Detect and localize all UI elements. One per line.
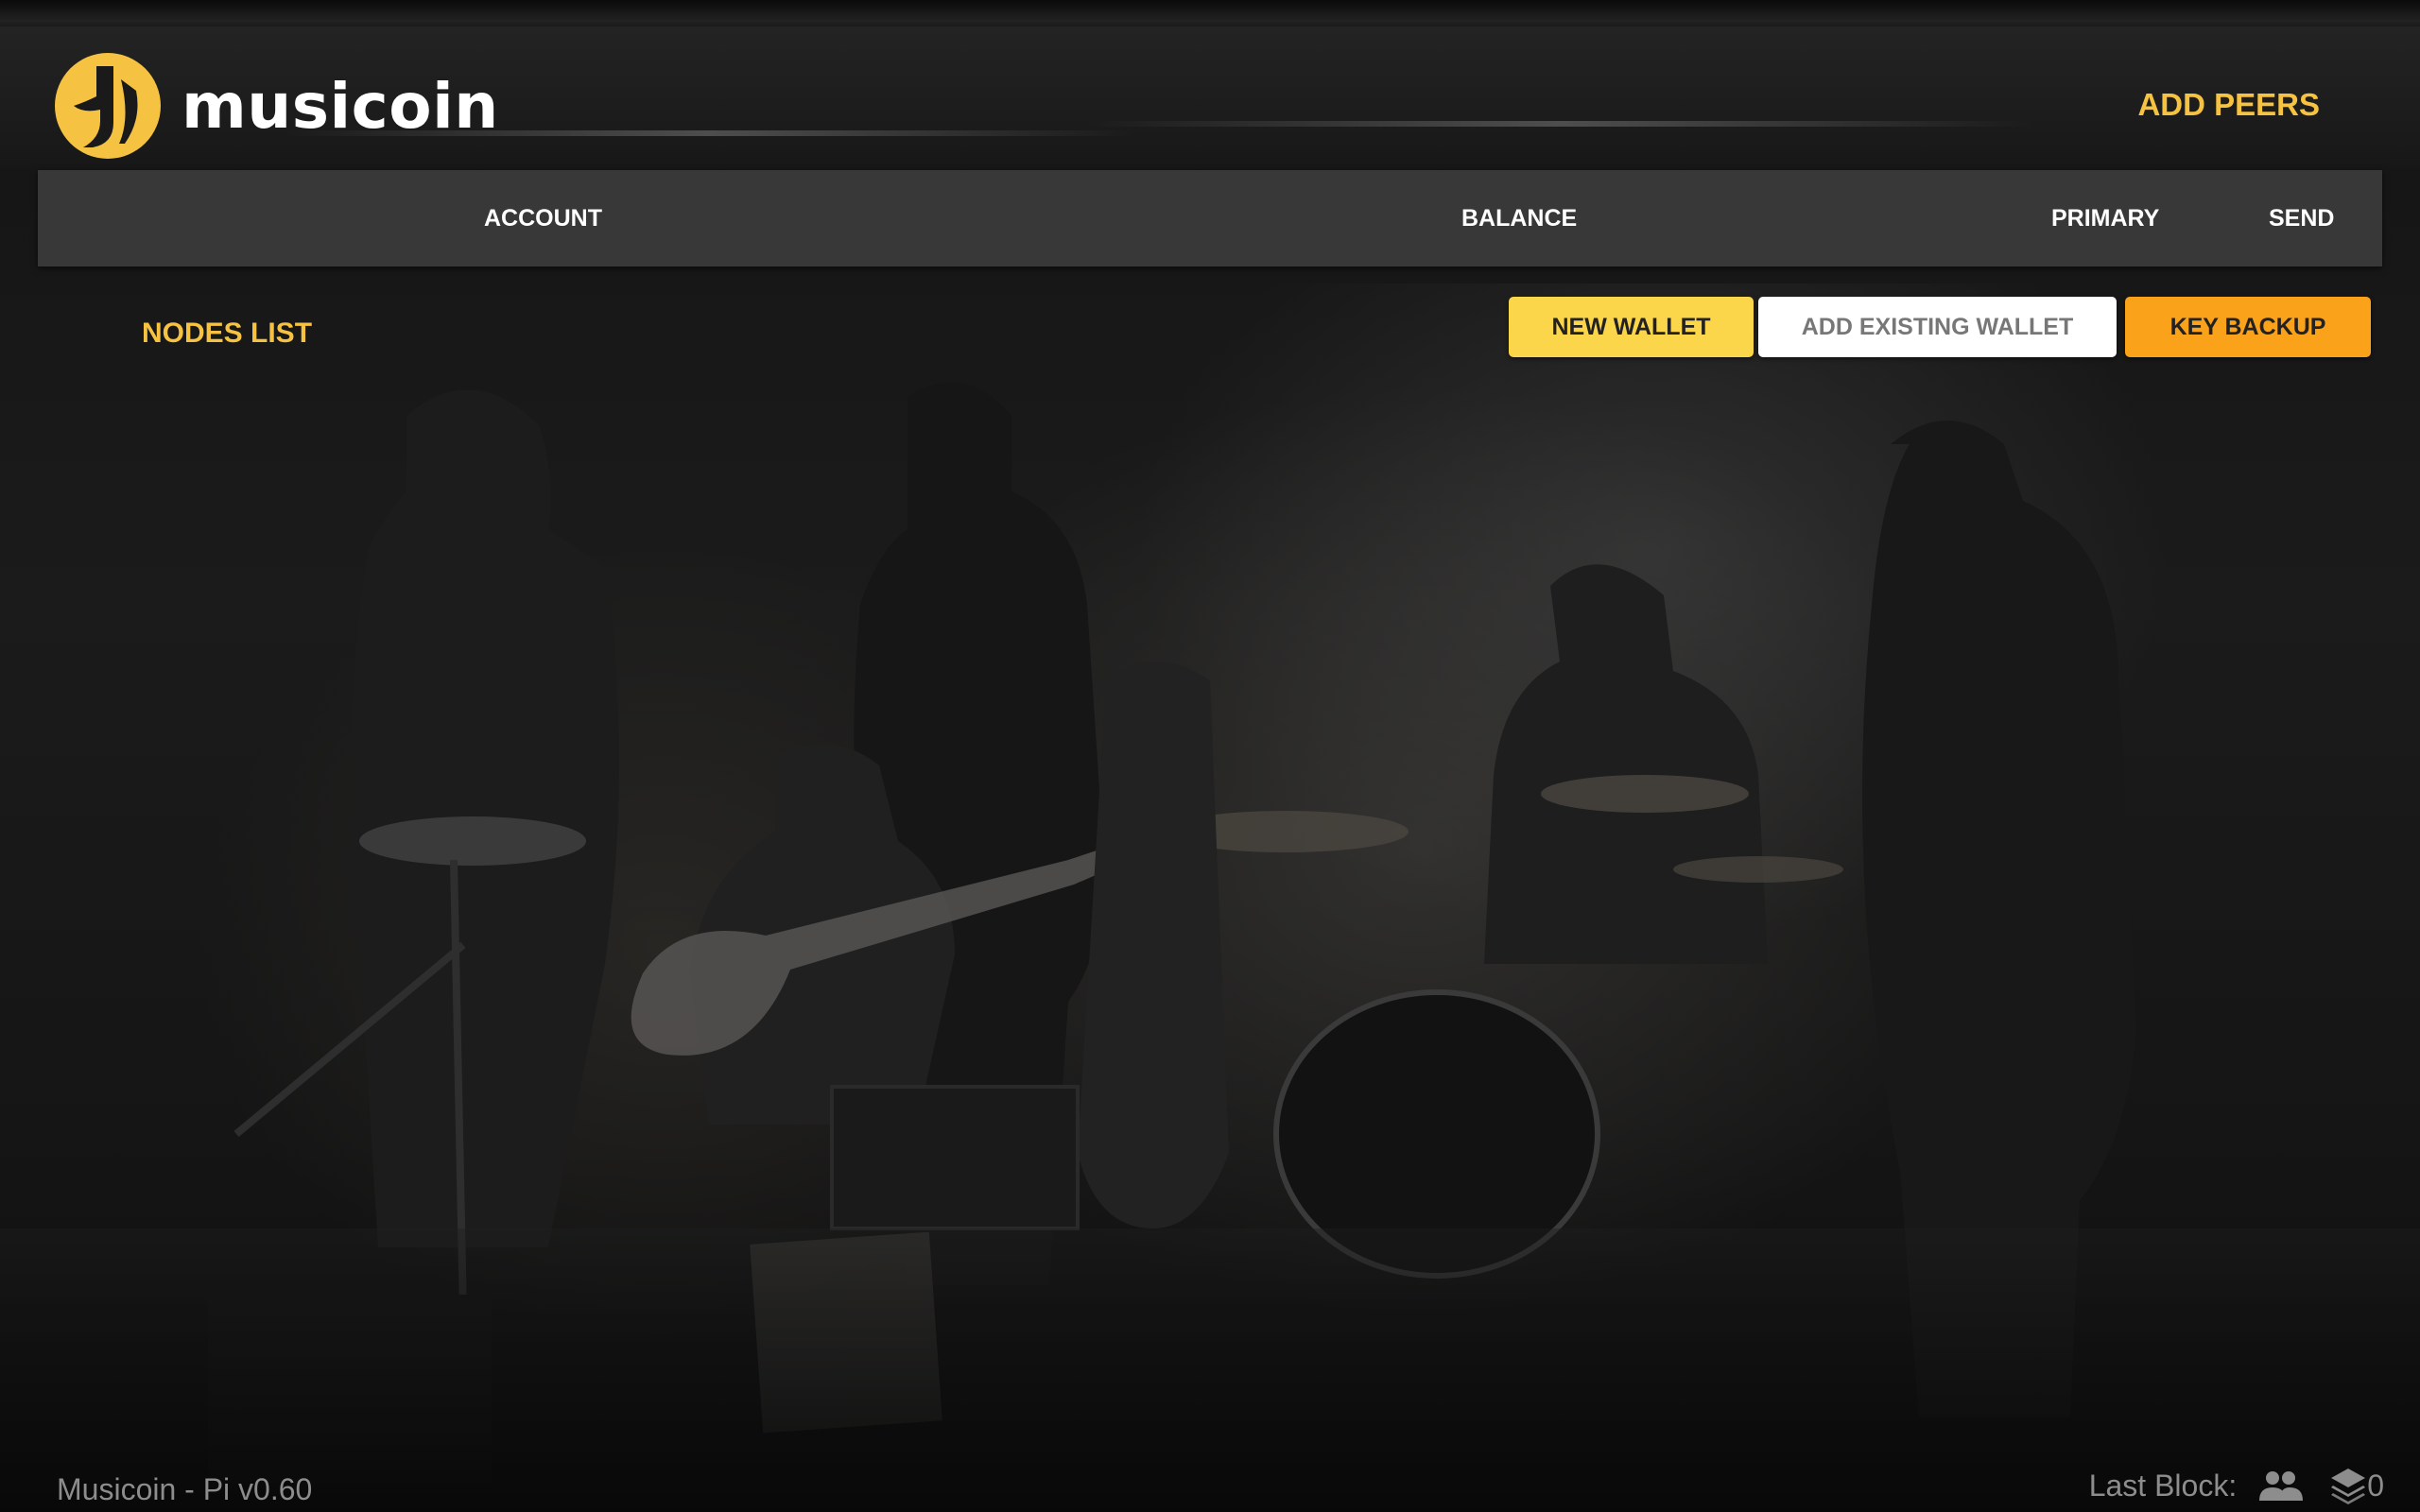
add-peers-link[interactable]: ADD PEERS	[2137, 87, 2320, 123]
last-block-label: Last Block:	[2088, 1468, 2238, 1503]
add-existing-wallet-button[interactable]: ADD EXISTING WALLET	[1758, 297, 2117, 357]
column-header-balance[interactable]: BALANCE	[1461, 170, 1577, 266]
layers-icon	[2331, 1469, 2366, 1504]
column-header-primary[interactable]: PRIMARY	[2051, 170, 2159, 266]
app-window: musicoin ADD PEERS ACCOUNT BALANCE PRIMA…	[0, 0, 2420, 1512]
column-header-send[interactable]: SEND	[2269, 170, 2334, 266]
accounts-table-header: ACCOUNT BALANCE PRIMARY SEND	[38, 170, 2382, 266]
background-floor	[0, 1228, 2420, 1512]
peers-icon	[2259, 1471, 2304, 1501]
nodes-list-link[interactable]: NODES LIST	[142, 318, 312, 350]
new-wallet-button[interactable]: NEW WALLET	[1509, 297, 1754, 357]
column-header-account[interactable]: ACCOUNT	[484, 170, 602, 266]
musicoin-logo: musicoin	[55, 53, 499, 159]
key-backup-button[interactable]: KEY BACKUP	[2125, 297, 2371, 357]
block-count: 0	[2367, 1468, 2384, 1503]
status-bar: Last Block: 0	[2089, 1467, 2384, 1504]
musicoin-logo-icon	[55, 53, 161, 159]
app-version: Musicoin - Pi v0.60	[57, 1472, 313, 1506]
brand-name: musicoin	[182, 69, 499, 143]
